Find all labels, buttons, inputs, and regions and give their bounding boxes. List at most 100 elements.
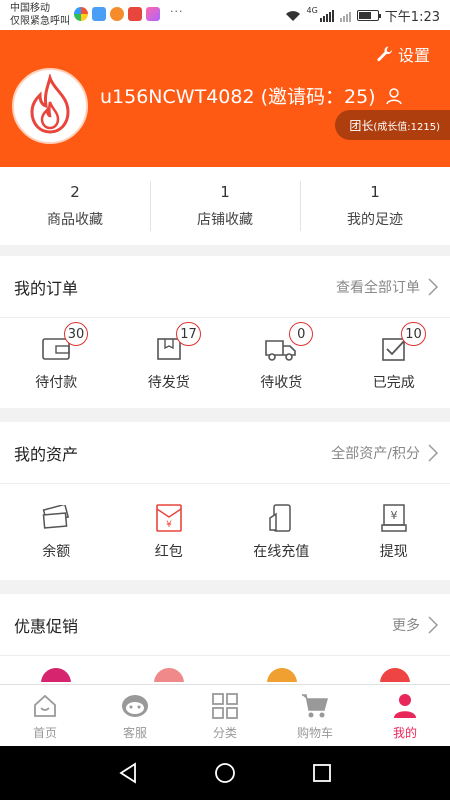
stat-shop-favorites[interactable]: 1 店铺收藏 — [150, 167, 300, 245]
order-status-label: 待发货 — [147, 375, 190, 391]
growth-value: (成长值:1215) — [373, 121, 440, 133]
asset-balance[interactable]: 余额 — [0, 484, 113, 580]
coupon-icon[interactable] — [41, 668, 71, 682]
carrier-info: 中国移动 仅限紧急呼叫 — [10, 2, 70, 28]
asset-red-envelope[interactable]: ¥ 红包 — [113, 484, 226, 580]
flash-sale-icon[interactable] — [154, 668, 184, 682]
order-pending-payment[interactable]: 30 待付款 — [0, 318, 113, 408]
asset-withdraw[interactable]: ¥ 提现 — [338, 484, 450, 580]
avatar[interactable] — [12, 68, 88, 144]
tab-service[interactable]: 客服 — [90, 685, 180, 746]
user-icon[interactable] — [384, 86, 404, 106]
carrier-name: 中国移动 — [10, 3, 50, 14]
promotions-header[interactable]: 优惠促销 更多 — [0, 594, 450, 656]
group-buy-icon[interactable] — [380, 668, 410, 682]
promotions-section: 优惠促销 更多 — [0, 594, 450, 684]
orders-header[interactable]: 我的订单 查看全部订单 — [0, 256, 450, 318]
cash-icon — [42, 505, 70, 529]
assets-section: 我的资产 全部资产/积分 余额 ¥ 红包 在线充值 ¥ 提现 — [0, 422, 450, 580]
settings-button[interactable]: 设置 — [376, 42, 430, 66]
stat-count: 1 — [370, 183, 380, 201]
clock: 下午1:23 — [384, 10, 440, 25]
assets-header[interactable]: 我的资产 全部资产/积分 — [0, 422, 450, 484]
order-status-label: 待付款 — [35, 375, 78, 391]
gallery-notification-icon — [146, 7, 160, 21]
tab-home[interactable]: 首页 — [0, 685, 90, 746]
order-status-row: 30 待付款 17 待发货 0 待收货 10 已完成 — [0, 318, 450, 408]
view-all-assets-label: 全部资产/积分 — [331, 445, 420, 462]
cart-icon — [302, 693, 328, 717]
view-all-orders-link[interactable]: 查看全部订单 — [336, 277, 438, 297]
status-bar: 中国移动 仅限紧急呼叫 ··· 4G 下午1:23 — [0, 0, 450, 30]
asset-label: 在线充值 — [253, 544, 310, 560]
profile-header: 设置 u156NCWT4082 (邀请码：25) 团长 (成长值:1215) — [0, 30, 450, 167]
svg-text:¥: ¥ — [166, 520, 172, 530]
stat-product-favorites[interactable]: 2 商品收藏 — [0, 167, 150, 245]
asset-recharge[interactable]: 在线充值 — [225, 484, 338, 580]
level-badge[interactable]: 团长 (成长值:1215) — [335, 110, 450, 140]
more-notifications-icon: ··· — [170, 5, 184, 18]
recent-apps-icon[interactable] — [312, 763, 332, 783]
stat-count: 1 — [220, 183, 230, 201]
home-button-icon[interactable] — [214, 762, 236, 784]
flame-icon — [30, 74, 70, 134]
tab-label: 购物车 — [296, 725, 333, 740]
profile-icon — [394, 693, 416, 718]
order-count-badge: 10 — [401, 322, 426, 346]
system-navigation-bar — [0, 746, 450, 800]
orders-section: 我的订单 查看全部订单 30 待付款 17 待发货 0 待收货 10 已完成 — [0, 256, 450, 408]
bargain-icon[interactable] — [267, 668, 297, 682]
tab-label: 客服 — [122, 725, 147, 740]
view-more-promotions-link[interactable]: 更多 — [392, 615, 438, 635]
asset-label: 余额 — [42, 544, 71, 560]
stat-footprints[interactable]: 1 我的足迹 — [300, 167, 450, 245]
order-status-label: 已完成 — [372, 375, 415, 391]
chevron-right-icon — [428, 277, 438, 296]
category-icon — [212, 692, 238, 719]
tab-category[interactable]: 分类 — [180, 685, 270, 746]
tab-label: 首页 — [32, 725, 57, 740]
settings-label: 设置 — [397, 46, 430, 65]
username-row: u156NCWT4082 (邀请码：25) — [100, 82, 404, 109]
system-status: 4G 下午1:23 — [285, 6, 440, 25]
asset-label: 红包 — [154, 544, 183, 560]
promo-icons-row — [0, 656, 450, 682]
tab-profile[interactable]: 我的 — [360, 685, 450, 746]
battery-icon — [356, 10, 381, 21]
order-completed[interactable]: 10 已完成 — [338, 318, 450, 408]
service-icon — [122, 694, 148, 717]
level-label: 团长 — [349, 118, 374, 133]
assets-title: 我的资产 — [14, 444, 79, 464]
tab-cart[interactable]: 购物车 — [270, 685, 360, 746]
wifi-icon — [285, 10, 300, 21]
signal-icon-2 — [339, 10, 351, 22]
order-count-badge: 17 — [176, 322, 201, 346]
notification-icons — [74, 7, 160, 21]
username: u156NCWT4082 (邀请码：25) — [100, 86, 376, 108]
chevron-right-icon — [428, 615, 438, 634]
view-all-orders-label: 查看全部订单 — [336, 279, 420, 296]
orders-title: 我的订单 — [14, 278, 79, 298]
view-all-assets-link[interactable]: 全部资产/积分 — [331, 443, 438, 463]
order-pending-shipment[interactable]: 17 待发货 — [113, 318, 226, 408]
order-pending-receipt[interactable]: 0 待收货 — [225, 318, 338, 408]
signal-icon — [319, 9, 334, 22]
tab-label: 我的 — [392, 725, 417, 740]
wrench-icon — [377, 46, 392, 62]
home-icon — [34, 694, 56, 717]
recharge-icon — [269, 504, 291, 532]
order-status-label: 待收货 — [260, 375, 303, 391]
assets-row: 余额 ¥ 红包 在线充值 ¥ 提现 — [0, 484, 450, 580]
stats-row: 2 商品收藏 1 店铺收藏 1 我的足迹 — [0, 167, 450, 245]
red-envelope-icon: ¥ — [155, 504, 182, 532]
back-icon[interactable] — [118, 762, 138, 784]
svg-text:¥: ¥ — [390, 509, 397, 522]
stat-count: 2 — [70, 183, 80, 201]
app-notification-icon — [74, 7, 88, 21]
game-notification-icon — [110, 7, 124, 21]
promotions-title: 优惠促销 — [14, 616, 79, 636]
tab-label: 分类 — [212, 725, 237, 740]
bottom-tab-bar: 首页 客服 分类 购物车 我的 — [0, 684, 450, 746]
network-type: 4G — [306, 6, 318, 15]
listen-notification-icon — [128, 7, 142, 21]
